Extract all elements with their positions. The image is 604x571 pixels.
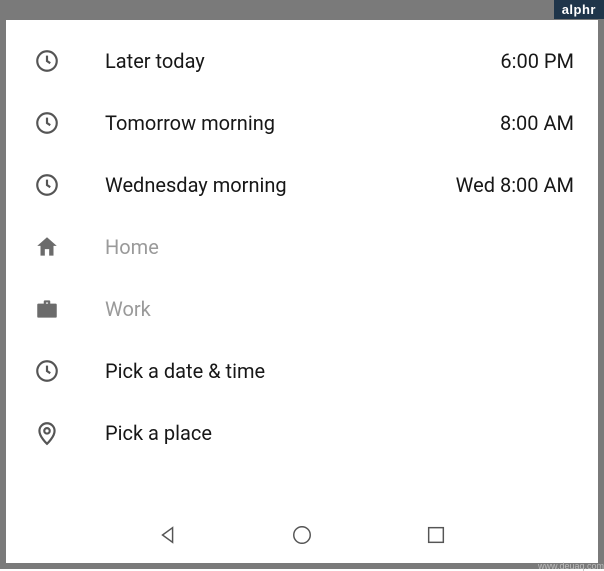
option-value: Wed 8:00 AM [456, 173, 574, 197]
option-pick-place[interactable]: Pick a place [6, 402, 598, 464]
snooze-options-list: Later today 6:00 PM Tomorrow morning 8:0… [6, 20, 598, 464]
clock-icon [34, 358, 60, 384]
option-label: Later today [105, 49, 500, 73]
briefcase-icon [34, 296, 60, 322]
option-label: Home [105, 235, 574, 259]
clock-icon [34, 48, 60, 74]
recents-button[interactable] [424, 523, 448, 547]
option-wednesday-morning[interactable]: Wednesday morning Wed 8:00 AM [6, 154, 598, 216]
status-bar [6, 6, 598, 20]
clock-icon [34, 172, 60, 198]
snooze-dialog: alphr Later today 6:00 PM Tomorrow morni… [0, 0, 604, 569]
watermark: www.deuaq.com [538, 561, 604, 571]
option-tomorrow-morning[interactable]: Tomorrow morning 8:00 AM [6, 92, 598, 154]
option-value: 8:00 AM [500, 111, 574, 135]
home-icon [34, 234, 60, 260]
option-value: 6:00 PM [500, 49, 574, 73]
option-label: Pick a place [105, 421, 574, 445]
clock-icon [34, 110, 60, 136]
option-label: Tomorrow morning [105, 111, 500, 135]
source-badge: alphr [554, 0, 604, 19]
option-home[interactable]: Home [6, 216, 598, 278]
back-button[interactable] [156, 523, 180, 547]
option-work[interactable]: Work [6, 278, 598, 340]
pin-icon [34, 420, 60, 446]
option-label: Wednesday morning [105, 173, 456, 197]
option-pick-date-time[interactable]: Pick a date & time [6, 340, 598, 402]
home-button[interactable] [290, 523, 314, 547]
option-later-today[interactable]: Later today 6:00 PM [6, 30, 598, 92]
option-label: Pick a date & time [105, 359, 574, 383]
option-label: Work [105, 297, 574, 321]
android-nav-bar [6, 507, 598, 563]
